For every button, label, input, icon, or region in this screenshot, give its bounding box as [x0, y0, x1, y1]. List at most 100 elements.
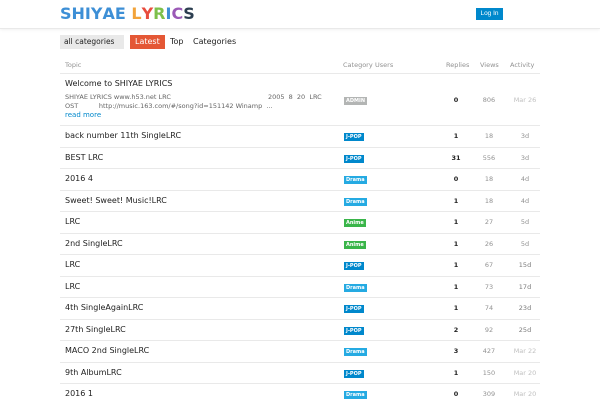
logo-letter: Y [90, 4, 103, 23]
activity-time[interactable]: Mar 22 [506, 347, 544, 355]
logo-letter: S [60, 4, 72, 23]
category-badge[interactable]: J-POP [344, 262, 364, 270]
views-count: 18 [484, 175, 494, 183]
activity-time[interactable]: Mar 20 [506, 369, 544, 377]
tab-categories[interactable]: Categories [193, 35, 236, 49]
activity-time[interactable]: 5d [506, 218, 544, 226]
category-badge[interactable]: Anime [344, 240, 366, 249]
topic-row[interactable]: 9th AlbumLRC J-POP 1 150 Mar 20 [60, 363, 540, 384]
topic-title[interactable]: 2nd SingleLRC [65, 239, 123, 248]
category-badge[interactable]: ADMIN [344, 97, 368, 105]
activity-time[interactable]: 3d [506, 154, 544, 162]
tab-latest[interactable]: Latest [130, 35, 165, 49]
topic-title[interactable]: 27th SingleLRC [65, 325, 126, 334]
activity-time[interactable]: 4d [506, 197, 544, 205]
topic-row[interactable]: back number 11th SingleLRC J-POP 1 18 3d [60, 126, 540, 148]
column-replies[interactable]: Replies [446, 61, 469, 69]
topic-title[interactable]: LRC [65, 217, 80, 226]
activity-time[interactable]: 17d [506, 283, 544, 291]
replies-count: 1 [453, 239, 459, 248]
pinned-topic-row[interactable]: Welcome to SHIYAE LYRICS SHIYAE LYRICS w… [60, 75, 540, 126]
topic-title[interactable]: Sweet! Sweet! Music!LRC [65, 196, 167, 205]
topic-row[interactable]: BEST LRC J-POP 31 556 3d [60, 148, 540, 169]
replies-count: 0 [453, 390, 459, 398]
replies-count: 3 [453, 347, 459, 355]
activity-time[interactable]: 23d [506, 304, 544, 312]
topic-title[interactable]: MACO 2nd SingleLRC [65, 346, 149, 355]
category-badge[interactable]: J-POP [344, 133, 364, 141]
topic-title[interactable]: 9th AlbumLRC [65, 368, 122, 377]
topic-row[interactable]: 2nd SingleLRC Anime 1 26 5d [60, 234, 540, 255]
activity-time[interactable]: 25d [506, 326, 544, 334]
topic-row[interactable]: 27th SingleLRC J-POP 2 92 25d [60, 320, 540, 341]
category-badge[interactable]: Drama [344, 283, 367, 292]
category-badge[interactable]: J-POP [344, 369, 364, 378]
replies-count: 31 [451, 153, 461, 162]
views-count: 27 [484, 218, 494, 226]
views-count: 18 [484, 132, 494, 140]
column-views[interactable]: Views [480, 61, 499, 69]
topic-title[interactable]: back number 11th SingleLRC [65, 131, 181, 140]
category-badge[interactable]: J-POP [344, 154, 364, 163]
topic-row[interactable]: Sweet! Sweet! Music!LRC Drama 1 18 4d [60, 191, 540, 212]
category-badge[interactable]: Drama [344, 197, 367, 206]
category-badge[interactable]: Drama [344, 391, 367, 399]
activity-time[interactable]: 5d [506, 240, 544, 248]
logo-letter: Y [141, 4, 154, 23]
category-badge[interactable]: Drama [344, 348, 367, 356]
read-more-link[interactable]: read more [65, 111, 101, 119]
topic-list-header: Topic Category Users Replies Views Activ… [60, 58, 540, 74]
category-badge[interactable]: Drama [344, 176, 367, 184]
replies-count: 1 [453, 132, 459, 140]
topic-title[interactable]: Welcome to SHIYAE LYRICS [65, 79, 172, 88]
topic-row[interactable]: 4th SingleAgainLRC J-POP 1 74 23d [60, 298, 540, 320]
logo-letter: L [131, 4, 142, 23]
topic-row[interactable]: LRC Anime 1 27 5d [60, 212, 540, 234]
category-badge[interactable]: Anime [344, 219, 366, 227]
replies-count: 1 [453, 368, 459, 377]
activity-time[interactable]: 3d [506, 132, 544, 140]
views-count: 74 [484, 304, 494, 312]
site-logo[interactable]: SHIYAE LYRICS [60, 4, 195, 23]
replies-count: 1 [453, 196, 459, 205]
replies-count: 1 [453, 261, 459, 269]
topic-row[interactable]: LRC J-POP 1 67 15d [60, 255, 540, 277]
views-count: 806 [482, 96, 496, 104]
category-badge[interactable]: J-POP [344, 305, 364, 313]
replies-count: 1 [453, 282, 459, 291]
activity-time[interactable]: 15d [506, 261, 544, 269]
column-category[interactable]: Category [343, 61, 373, 69]
topic-row[interactable]: 2016 1 Drama 0 309 Mar 20 [60, 384, 540, 400]
navigation-bar: all categories Latest Top Categories [60, 35, 540, 49]
views-count: 18 [484, 196, 494, 205]
column-topic[interactable]: Topic [65, 61, 81, 69]
replies-count: 1 [453, 304, 459, 312]
category-dropdown[interactable]: all categories [60, 35, 124, 49]
column-users[interactable]: Users [375, 61, 393, 69]
replies-count: 2 [453, 325, 459, 334]
topic-row[interactable]: MACO 2nd SingleLRC Drama 3 427 Mar 22 [60, 341, 540, 363]
topic-title[interactable]: LRC [65, 260, 80, 269]
replies-count: 0 [453, 96, 459, 104]
excerpt-line: SHIYAE LYRICS www.h53.net LRC 2005 8 20 … [65, 93, 322, 101]
logo-letter: S [183, 4, 195, 23]
activity-time[interactable]: Mar 26 [506, 96, 544, 104]
activity-time[interactable]: Mar 20 [506, 390, 544, 398]
topic-title[interactable]: LRC [65, 282, 80, 291]
tab-top[interactable]: Top [170, 35, 184, 49]
category-badge[interactable]: J-POP [344, 326, 364, 335]
logo-letter: H [71, 4, 85, 23]
views-count: 309 [482, 390, 496, 398]
topic-title[interactable]: 2016 4 [65, 174, 93, 183]
login-button[interactable]: Log In [476, 8, 503, 20]
topic-title[interactable]: 2016 1 [65, 389, 93, 398]
topic-excerpt: SHIYAE LYRICS www.h53.net LRC 2005 8 20 … [65, 93, 322, 111]
column-activity[interactable]: Activity [510, 61, 534, 69]
topic-title[interactable]: 4th SingleAgainLRC [65, 303, 143, 312]
topic-row[interactable]: 2016 4 Drama 0 18 4d [60, 169, 540, 191]
topic-title[interactable]: BEST LRC [65, 153, 103, 162]
logo-letter: R [153, 4, 166, 23]
topic-row[interactable]: LRC Drama 1 73 17d [60, 277, 540, 298]
activity-time[interactable]: 4d [506, 175, 544, 183]
views-count: 73 [484, 282, 494, 291]
